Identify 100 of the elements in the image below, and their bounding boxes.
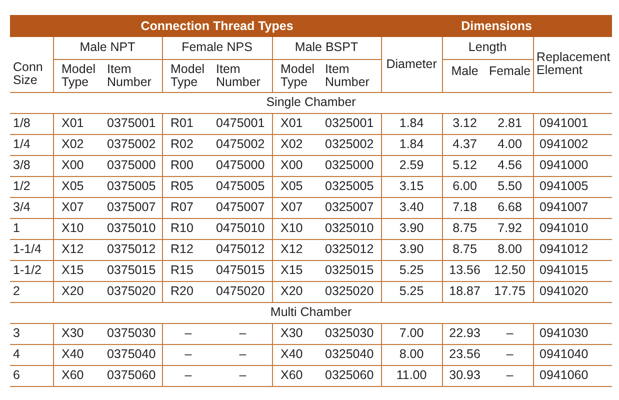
table-cell: 0941015 xyxy=(533,260,612,281)
column-header: Model Type xyxy=(272,59,323,92)
table-cell: X12 xyxy=(53,239,105,260)
section-heading: Single Chamber xyxy=(10,92,612,113)
table-cell: 3/4 xyxy=(10,197,53,218)
table-cell: 0325007 xyxy=(323,197,382,218)
table-cell: – xyxy=(162,323,214,344)
table-cell: X00 xyxy=(53,155,105,176)
table-cell: 0941001 xyxy=(533,113,612,134)
table-cell: 0375000 xyxy=(105,155,162,176)
table-cell: 0941002 xyxy=(533,134,612,155)
column-group-header: Connection Thread Types xyxy=(53,15,382,37)
table-cell: 0375012 xyxy=(105,239,162,260)
table-cell: 5.50 xyxy=(487,176,534,197)
table-cell: 1/4 xyxy=(10,134,53,155)
table-cell: 8.75 xyxy=(442,218,488,239)
table-cell: 0375015 xyxy=(105,260,162,281)
table-cell: 0375040 xyxy=(105,344,162,365)
table-cell: 0375060 xyxy=(105,365,162,386)
table-cell: 3.12 xyxy=(442,113,488,134)
table-cell: R02 xyxy=(162,134,214,155)
table-cell: X60 xyxy=(272,365,323,386)
table-cell: 1/8 xyxy=(10,113,53,134)
table-cell: 0475007 xyxy=(214,197,272,218)
table-cell: 1 xyxy=(10,218,53,239)
column-header: Length xyxy=(442,37,534,59)
table-cell: 3 xyxy=(10,323,53,344)
table-cell: X02 xyxy=(272,134,323,155)
table-cell: 0475005 xyxy=(214,176,272,197)
table-cell: X20 xyxy=(272,281,323,302)
table-cell: 13.56 xyxy=(442,260,488,281)
table-cell: 1-1/2 xyxy=(10,260,53,281)
table-cell: 0375010 xyxy=(105,218,162,239)
table-cell: 17.75 xyxy=(487,281,534,302)
table-cell: 22.93 xyxy=(442,323,488,344)
table-cell: 0941010 xyxy=(533,218,612,239)
table-cell: 2 xyxy=(10,281,53,302)
column-header: Diameter xyxy=(381,37,442,92)
table-cell: X30 xyxy=(53,323,105,344)
table-cell: 0375002 xyxy=(105,134,162,155)
table-cell: 0475012 xyxy=(214,239,272,260)
column-header: Male xyxy=(442,59,488,92)
table-cell: 0475002 xyxy=(214,134,272,155)
table-cell: X15 xyxy=(53,260,105,281)
table-cell: X02 xyxy=(53,134,105,155)
section-heading: Multi Chamber xyxy=(10,302,612,323)
table-cell: 0475020 xyxy=(214,281,272,302)
table-cell: X01 xyxy=(53,113,105,134)
table-cell: – xyxy=(487,344,534,365)
table-cell: 0325010 xyxy=(323,218,382,239)
table-cell: R10 xyxy=(162,218,214,239)
column-header: Item Number xyxy=(323,59,382,92)
column-header: Male BSPT xyxy=(272,37,382,59)
table-cell: X05 xyxy=(53,176,105,197)
table-cell: 5.12 xyxy=(442,155,488,176)
table-cell: 0325001 xyxy=(323,113,382,134)
table-cell: 0375005 xyxy=(105,176,162,197)
table-cell: 0325000 xyxy=(323,155,382,176)
table-cell: 0475001 xyxy=(214,113,272,134)
table-cell: 3.15 xyxy=(381,176,442,197)
table-cell: 1/2 xyxy=(10,176,53,197)
table-cell: X15 xyxy=(272,260,323,281)
table-cell: X30 xyxy=(272,323,323,344)
table-cell: R05 xyxy=(162,176,214,197)
column-header: Model Type xyxy=(162,59,214,92)
table-cell: 1-1/4 xyxy=(10,239,53,260)
table-cell: R15 xyxy=(162,260,214,281)
table-cell: – xyxy=(162,344,214,365)
table-cell: 0375001 xyxy=(105,113,162,134)
table-cell: 0375030 xyxy=(105,323,162,344)
table-cell: 0941012 xyxy=(533,239,612,260)
table-cell: 0325030 xyxy=(323,323,382,344)
table-cell: 0325005 xyxy=(323,176,382,197)
table-cell: 2.81 xyxy=(487,113,534,134)
table-cell: 0941020 xyxy=(533,281,612,302)
table-cell: 5.25 xyxy=(381,281,442,302)
table-cell: 0475000 xyxy=(214,155,272,176)
table-cell: 0941005 xyxy=(533,176,612,197)
table-cell: X60 xyxy=(53,365,105,386)
table-cell: – xyxy=(214,365,272,386)
table-cell: 7.92 xyxy=(487,218,534,239)
table-cell: 0941060 xyxy=(533,365,612,386)
table-cell: 7.18 xyxy=(442,197,488,218)
column-header: Replacement Element xyxy=(533,37,612,92)
column-header: Female xyxy=(487,59,534,92)
table-cell: 3.90 xyxy=(381,239,442,260)
table-cell: R01 xyxy=(162,113,214,134)
table-cell: X07 xyxy=(53,197,105,218)
table-cell: 23.56 xyxy=(442,344,488,365)
table-cell: 12.50 xyxy=(487,260,534,281)
table-cell: X05 xyxy=(272,176,323,197)
table-cell: 0325040 xyxy=(323,344,382,365)
table-cell: 0325060 xyxy=(323,365,382,386)
table-cell: – xyxy=(487,365,534,386)
table-cell: X40 xyxy=(53,344,105,365)
table-cell: R20 xyxy=(162,281,214,302)
table-cell: 0325020 xyxy=(323,281,382,302)
table-cell: X10 xyxy=(53,218,105,239)
table-cell: 0941040 xyxy=(533,344,612,365)
table-cell: 3.90 xyxy=(381,218,442,239)
